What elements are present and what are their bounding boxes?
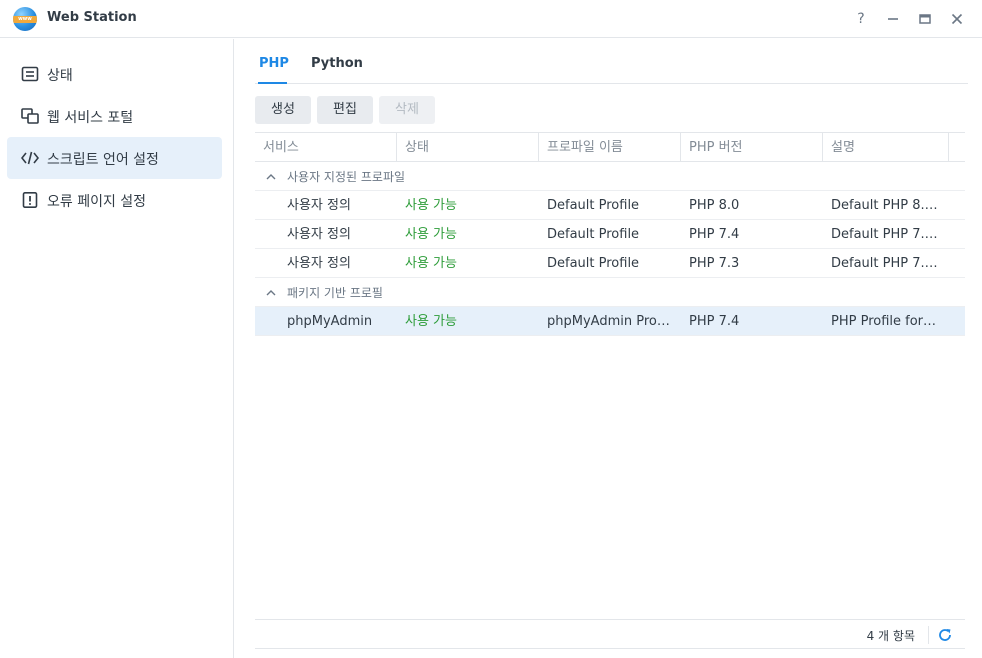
cell-service: 사용자 정의 [287,256,351,271]
grid-footer: 4 개 항목 [255,619,965,649]
logo-text: www [18,16,32,22]
tab-php[interactable]: PHP [259,56,289,71]
status-list-icon [21,66,39,82]
column-header-service[interactable]: 서비스 [255,133,397,162]
group-label: 사용자 지정된 프로파일 [287,170,406,184]
maximize-button[interactable] [915,9,935,29]
close-icon [951,13,963,25]
refresh-icon[interactable] [936,626,954,644]
cell-status: 사용 가능 [405,198,457,213]
cell-profile: Default Profile [547,198,640,213]
tab-python[interactable]: Python [311,56,363,71]
cell-status: 사용 가능 [405,227,457,242]
cell-description: PHP Profile for phpMyAdmin [831,314,939,329]
maximize-icon [919,14,931,24]
cell-service: phpMyAdmin [287,314,373,329]
cell-description: Default PHP 8.0 Profile [831,198,939,213]
column-header-status[interactable]: 상태 [397,133,539,162]
sidebar-item-label: 오류 페이지 설정 [47,194,147,210]
cell-version: PHP 7.4 [689,227,740,242]
sidebar-item-label: 상태 [47,68,73,84]
column-header-profile-name[interactable]: 프로파일 이름 [539,133,681,162]
sidebar-item-error-page[interactable]: 오류 페이지 설정 [7,179,222,221]
chevron-up-icon [266,290,276,296]
web-station-logo-icon: www [13,7,37,31]
grid-header: 서비스 상태 프로파일 이름 PHP 버전 설명 [255,132,965,162]
column-header-php-version[interactable]: PHP 버전 [681,133,823,162]
cell-service: 사용자 정의 [287,227,351,242]
sidebar-item-label: 웹 서비스 포털 [47,110,134,126]
sidebar-item-script-language[interactable]: 스크립트 언어 설정 [7,137,222,179]
cell-description: Default PHP 7.3 Profile [831,256,939,271]
sidebar-item-status[interactable]: 상태 [7,53,222,95]
sidebar-item-label: 스크립트 언어 설정 [47,152,159,168]
code-icon [21,151,39,165]
edit-button[interactable]: 편집 [317,96,373,124]
cell-version: PHP 7.3 [689,256,740,271]
create-button[interactable]: 생성 [255,96,311,124]
title-bar: www Web Station ? [0,0,982,38]
table-row[interactable]: 사용자 정의 사용 가능 Default Profile PHP 7.3 Def… [255,249,965,278]
group-header-package-profiles[interactable]: 패키지 기반 프로필 [255,278,965,307]
window-title: Web Station [47,10,137,25]
table-row[interactable]: 사용자 정의 사용 가능 Default Profile PHP 7.4 Def… [255,220,965,249]
cell-description: Default PHP 7.4 Profile [831,227,939,242]
cell-profile: Default Profile [547,256,640,271]
portal-windows-icon [21,108,39,124]
cell-status: 사용 가능 [405,256,457,271]
minimize-button[interactable] [883,9,903,29]
column-header-description[interactable]: 설명 [823,133,949,162]
sidebar: 상태 웹 서비스 포털 스크립트 언어 설정 오류 페이지 설정 [0,39,234,658]
chevron-up-icon [266,174,276,180]
cell-version: PHP 7.4 [689,314,740,329]
cell-status: 사용 가능 [405,314,457,329]
footer-divider [928,626,929,644]
cell-version: PHP 8.0 [689,198,740,213]
cell-profile: phpMyAdmin Profile [547,314,675,329]
sidebar-item-web-portal[interactable]: 웹 서비스 포털 [7,95,222,137]
group-label: 패키지 기반 프로필 [287,286,383,300]
table-row[interactable]: 사용자 정의 사용 가능 Default Profile PHP 8.0 Def… [255,191,965,220]
close-button[interactable] [947,9,967,29]
help-button[interactable]: ? [851,9,871,29]
cell-profile: Default Profile [547,227,640,242]
minimize-icon [888,18,898,20]
tab-bar: PHP Python [255,46,968,84]
item-count: 4 개 항목 [866,629,915,643]
active-tab-indicator [258,82,287,84]
delete-button[interactable]: 삭제 [379,96,435,124]
group-header-custom-profiles[interactable]: 사용자 지정된 프로파일 [255,162,965,191]
cell-service: 사용자 정의 [287,198,351,213]
table-row[interactable]: phpMyAdmin 사용 가능 phpMyAdmin Profile PHP … [255,307,965,336]
error-page-icon [22,192,38,208]
